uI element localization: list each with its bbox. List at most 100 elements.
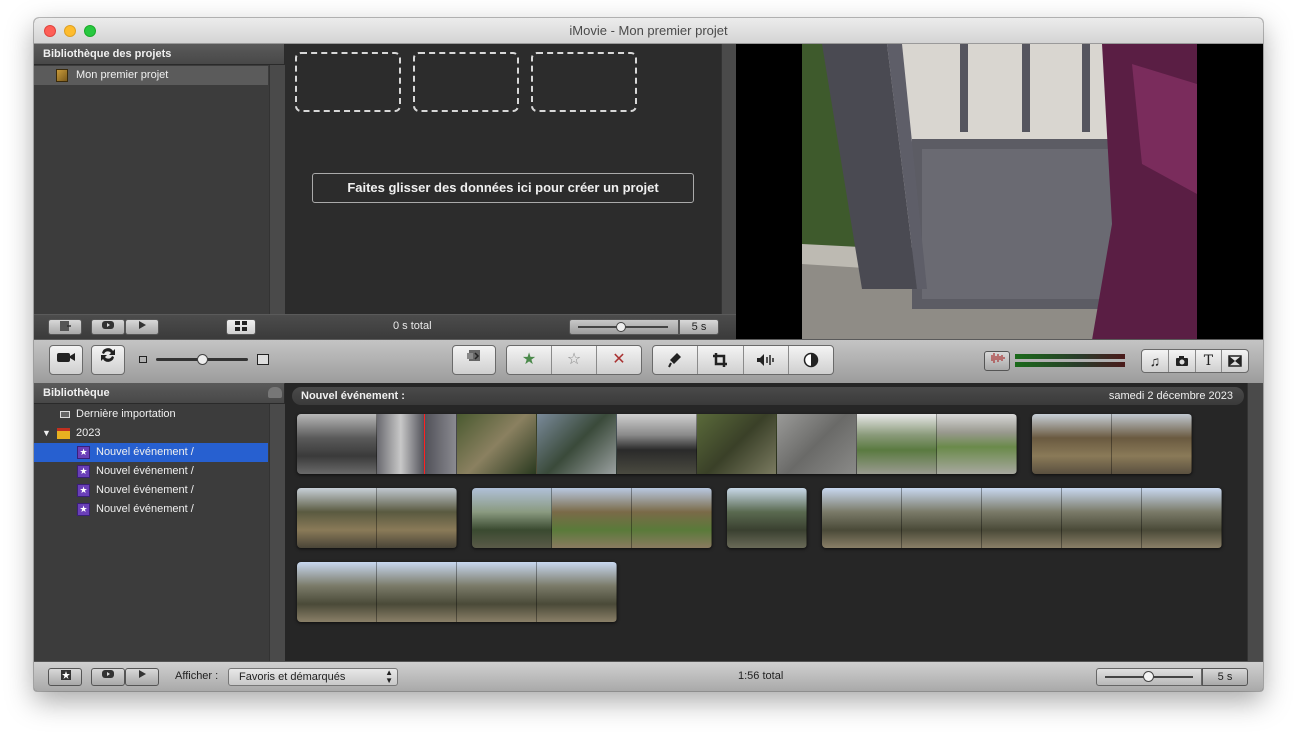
event-title: Nouvel événement : xyxy=(301,390,405,402)
event-item[interactable]: ★ Nouvel événement / xyxy=(34,443,268,462)
favorite-event-icon: ★ xyxy=(77,465,90,478)
video-clip[interactable] xyxy=(297,414,1017,474)
event-total: 1:56 total xyxy=(738,670,784,682)
disclosure-triangle-icon[interactable]: ▼ xyxy=(42,424,51,443)
clip-thumbnail xyxy=(777,414,857,474)
play-icon xyxy=(139,670,146,678)
video-adjust-button[interactable] xyxy=(789,346,833,374)
clip-thumbnail xyxy=(1112,414,1192,474)
project-library-scrollbar[interactable] xyxy=(269,65,285,314)
swap-events-projects-button[interactable] xyxy=(91,345,125,375)
year-label: 2023 xyxy=(76,427,101,439)
import-camera-button[interactable] xyxy=(49,345,83,375)
transitions-browser-button[interactable] xyxy=(1222,350,1248,372)
event-item[interactable]: ★ Nouvel événement / xyxy=(34,481,268,500)
transitions-icon xyxy=(1228,355,1242,367)
event-browser[interactable]: Nouvel événement : samedi 2 décembre 202… xyxy=(285,383,1247,661)
crop-icon xyxy=(713,352,728,367)
clip-thumbnail xyxy=(552,488,632,548)
clip-thumbnail xyxy=(727,488,807,548)
level-bar-left xyxy=(1015,354,1125,359)
clip-thumbnail xyxy=(377,562,457,622)
clip-thumbnail xyxy=(982,488,1062,548)
show-grid-button[interactable] xyxy=(226,319,256,335)
last-import-icon xyxy=(60,411,70,418)
last-import-item[interactable]: Dernière importation xyxy=(34,405,268,424)
slider-knob[interactable] xyxy=(1143,671,1154,682)
event-library-header: Bibliothèque xyxy=(34,383,284,404)
thumbnail-slider-knob[interactable] xyxy=(197,354,208,365)
play-icon xyxy=(139,321,146,329)
event-play-button[interactable] xyxy=(125,668,159,686)
grid-icon xyxy=(235,321,247,331)
tools-segmented-control xyxy=(652,345,834,375)
viewer[interactable] xyxy=(736,44,1263,340)
titles-browser-button[interactable]: T xyxy=(1196,350,1223,372)
swap-icon xyxy=(101,348,115,362)
event-play-fullscreen-button[interactable] xyxy=(91,668,125,686)
clip-thumbnail xyxy=(857,414,937,474)
clip-thumbnail xyxy=(632,488,712,548)
audio-adjust-button[interactable] xyxy=(744,346,789,374)
title-bar: iMovie - Mon premier projet xyxy=(34,18,1263,44)
video-clip[interactable] xyxy=(297,562,617,622)
event-date: samedi 2 décembre 2023 xyxy=(1108,390,1233,402)
clip-thumbnail xyxy=(457,414,537,474)
favorite-event-icon: ★ xyxy=(77,484,90,497)
event-header: Nouvel événement : samedi 2 décembre 202… xyxy=(292,387,1244,405)
window-title: iMovie - Mon premier projet xyxy=(569,23,728,38)
clip-thumbnail xyxy=(902,488,982,548)
music-browser-button[interactable]: ♫ xyxy=(1142,350,1169,372)
video-clip[interactable] xyxy=(472,488,712,548)
video-clip[interactable] xyxy=(1032,414,1192,474)
reject-button[interactable]: ✕ xyxy=(597,346,641,374)
eject-icon[interactable] xyxy=(268,387,282,398)
project-zoom-label: 5 s xyxy=(679,319,719,335)
clip-thumbnail xyxy=(697,414,777,474)
clip-thumbnail xyxy=(617,414,697,474)
event-item-label: Nouvel événement / xyxy=(96,465,194,477)
clip-thumbnail xyxy=(457,562,537,622)
project-zoom-slider[interactable] xyxy=(569,319,679,335)
mark-favorite-button[interactable]: ★ xyxy=(507,346,552,374)
last-import-label: Dernière importation xyxy=(76,408,176,420)
imovie-window: iMovie - Mon premier projet Bibliothèque… xyxy=(34,18,1263,691)
event-library-scrollbar[interactable] xyxy=(269,404,285,661)
filter-popup[interactable]: Favoris et démarqués ▲ ▼ xyxy=(228,668,398,686)
main-toolbar: ★ ☆ ✕ ♫ T xyxy=(34,339,1263,384)
clip-thumbnail xyxy=(822,488,902,548)
event-library-title: Bibliothèque xyxy=(43,387,110,399)
clip-thumbnail xyxy=(297,562,377,622)
project-area[interactable]: Faites glisser des données ici pour crée… xyxy=(285,44,721,314)
show-favorites-button[interactable] xyxy=(48,668,82,686)
project-library: Bibliothèque des projets Mon premier pro… xyxy=(34,44,285,314)
clip-thumbnail xyxy=(937,414,1017,474)
event-browser-scrollbar[interactable] xyxy=(1247,383,1263,661)
event-item-label: Nouvel événement / xyxy=(96,503,194,515)
thumbnail-size-slider[interactable] xyxy=(156,354,248,365)
year-group-2023[interactable]: ▼ 2023 xyxy=(34,424,268,443)
video-clip[interactable] xyxy=(727,488,807,548)
event-item[interactable]: ★ Nouvel événement / xyxy=(34,500,268,519)
video-clip[interactable] xyxy=(297,488,457,548)
event-item[interactable]: ★ Nouvel événement / xyxy=(34,462,268,481)
project-icon xyxy=(56,69,68,82)
video-clip[interactable] xyxy=(822,488,1222,548)
project-item[interactable]: Mon premier projet xyxy=(34,66,268,85)
slider-knob[interactable] xyxy=(616,322,626,332)
photo-browser-button[interactable] xyxy=(1169,350,1196,372)
add-to-project-button[interactable] xyxy=(452,345,496,375)
playhead[interactable] xyxy=(424,414,425,474)
drop-message: Faites glisser des données ici pour crée… xyxy=(312,173,694,203)
play-fullscreen-button[interactable] xyxy=(91,319,125,335)
event-zoom-slider[interactable] xyxy=(1096,668,1202,686)
audio-waveform-toggle[interactable] xyxy=(984,351,1010,371)
play-button[interactable] xyxy=(125,319,159,335)
unmark-button[interactable]: ☆ xyxy=(552,346,597,374)
crop-button[interactable] xyxy=(698,346,744,374)
voiceover-button[interactable] xyxy=(653,346,699,374)
browser-buttons: ♫ T xyxy=(1141,349,1249,373)
project-properties-button[interactable] xyxy=(48,319,82,335)
project-area-scrollbar[interactable] xyxy=(721,44,736,314)
event-zoom-label: 5 s xyxy=(1202,668,1248,686)
